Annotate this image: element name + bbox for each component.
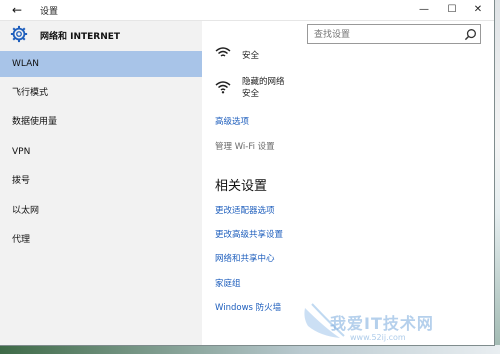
related-settings-heading: 相关设置	[215, 179, 268, 194]
network-status: 安全	[242, 51, 260, 61]
window-title: 设置	[40, 7, 59, 17]
close-button[interactable]: ✕	[464, 1, 492, 19]
sidebar-item-label: 拨号	[12, 176, 31, 186]
wifi-signal-icon	[215, 81, 231, 94]
sidebar-item-label: 代理	[12, 235, 31, 245]
sidebar-item-proxy[interactable]: 代理	[0, 227, 202, 253]
back-button[interactable]: ←	[8, 2, 26, 18]
title-bar: ← 设置 — ☐ ✕	[0, 0, 494, 21]
taskbar-edge	[0, 345, 500, 354]
search-field[interactable]	[307, 24, 481, 44]
sidebar-item-vpn[interactable]: VPN	[0, 139, 202, 165]
settings-window: ← 设置 — ☐ ✕ 网络和 INTERNET WLAN 飞行模式 数据使用量 …	[0, 0, 494, 345]
sidebar: 网络和 INTERNET WLAN 飞行模式 数据使用量 VPN 拨号 以太网 …	[0, 21, 202, 345]
sidebar-item-wlan[interactable]: WLAN	[0, 51, 202, 77]
change-advanced-sharing-link[interactable]: 更改高级共享设置	[215, 228, 283, 240]
wifi-secured-icon	[215, 47, 231, 57]
sidebar-item-label: 以太网	[12, 206, 40, 216]
watermark-url: www.52ij.com	[350, 333, 406, 342]
watermark-text: 我爱IT技术网	[330, 314, 434, 333]
sidebar-item-dialup[interactable]: 拨号	[0, 168, 202, 194]
search-icon[interactable]	[464, 28, 477, 41]
sidebar-item-label: WLAN	[12, 59, 40, 69]
minimize-button[interactable]: —	[410, 1, 438, 19]
sidebar-title: 网络和 INTERNET	[40, 32, 121, 42]
homegroup-link[interactable]: 家庭组	[215, 277, 241, 289]
sidebar-item-ethernet[interactable]: 以太网	[0, 198, 202, 224]
windows-firewall-link[interactable]: Windows 防火墙	[215, 301, 281, 313]
change-adapter-options-link[interactable]: 更改适配器选项	[215, 204, 275, 216]
advanced-options-link[interactable]: 高级选项	[215, 115, 249, 127]
search-input[interactable]	[312, 27, 456, 43]
sidebar-header: 网络和 INTERNET	[0, 21, 202, 51]
network-status: 安全	[242, 89, 260, 99]
sidebar-item-data-usage[interactable]: 数据使用量	[0, 109, 202, 135]
network-sharing-center-link[interactable]: 网络和共享中心	[215, 252, 275, 264]
desktop-background	[494, 0, 500, 354]
sidebar-item-label: VPN	[12, 147, 31, 157]
sidebar-item-label: 数据使用量	[12, 117, 58, 127]
network-name: 隐藏的网络	[242, 77, 285, 87]
maximize-button[interactable]: ☐	[438, 1, 466, 19]
sidebar-item-airplane-mode[interactable]: 飞行模式	[0, 80, 202, 106]
sidebar-item-label: 飞行模式	[12, 88, 49, 98]
manage-wifi-settings-link[interactable]: 管理 Wi-Fi 设置	[215, 140, 275, 152]
gear-icon	[10, 25, 28, 43]
